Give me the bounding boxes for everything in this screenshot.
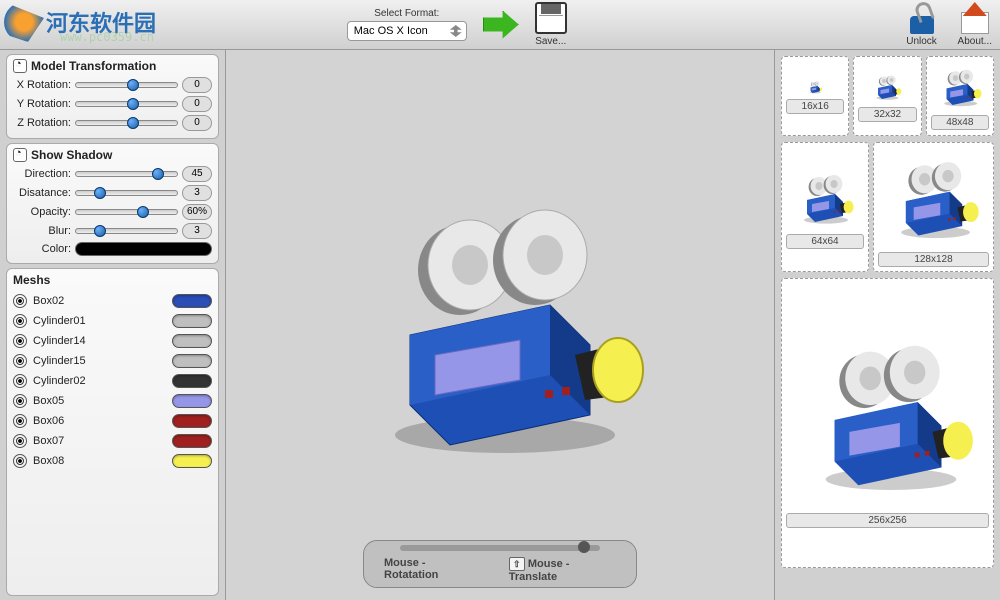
mesh-color-swatch[interactable] xyxy=(172,314,212,328)
about-button[interactable]: About... xyxy=(958,2,992,47)
slider[interactable] xyxy=(75,209,178,215)
mesh-color-swatch[interactable] xyxy=(172,454,212,468)
shadow-color-swatch[interactable] xyxy=(75,242,212,256)
mesh-color-swatch[interactable] xyxy=(172,334,212,348)
mouse-translate-label: ⇧ Mouse - Translate xyxy=(509,557,616,583)
mesh-color-swatch[interactable] xyxy=(172,434,212,448)
save-icon xyxy=(535,2,567,34)
eye-icon[interactable] xyxy=(13,314,27,328)
mesh-row[interactable]: Box08 xyxy=(13,451,212,471)
eye-icon[interactable] xyxy=(13,414,27,428)
eye-icon[interactable] xyxy=(13,294,27,308)
slider-value: 45 xyxy=(182,166,212,182)
slider-row: Y Rotation: 0 xyxy=(13,96,212,112)
mesh-row[interactable]: Cylinder15 xyxy=(13,351,212,371)
shadow-section: Show Shadow Direction: 45 Disatance: 3 O… xyxy=(6,143,219,264)
shift-key-icon: ⇧ xyxy=(509,557,525,571)
slider-value: 3 xyxy=(182,185,212,201)
right-panel: 16x16 32x32 48x48 xyxy=(775,50,1000,600)
mouse-mode-slider[interactable] xyxy=(400,545,600,551)
viewport-panel[interactable]: Mouse - Rotatation ⇧ Mouse - Translate xyxy=(225,50,775,600)
slider-value: 0 xyxy=(182,115,212,131)
slider-row: Opacity: 60% xyxy=(13,204,212,220)
slider-value: 0 xyxy=(182,96,212,112)
slider-row: Disatance: 3 xyxy=(13,185,212,201)
eye-icon[interactable] xyxy=(13,454,27,468)
model-transform-section: Model Transformation X Rotation: 0 Y Rot… xyxy=(6,54,219,139)
mouse-mode-bar: Mouse - Rotatation ⇧ Mouse - Translate xyxy=(363,540,637,588)
slider-value: 0 xyxy=(182,77,212,93)
left-panel: Model Transformation X Rotation: 0 Y Rot… xyxy=(0,50,225,600)
mesh-row[interactable]: Cylinder02 xyxy=(13,371,212,391)
slider[interactable] xyxy=(75,101,178,107)
preview-256x256[interactable]: 256x256 xyxy=(781,278,994,568)
eye-icon[interactable] xyxy=(13,434,27,448)
preview-128x128[interactable]: 128x128 xyxy=(873,142,994,272)
eye-icon[interactable] xyxy=(13,394,27,408)
mesh-color-swatch[interactable] xyxy=(172,394,212,408)
preview-32x32[interactable]: 32x32 xyxy=(853,56,921,136)
save-button[interactable]: Save... xyxy=(535,2,567,47)
slider-value: 3 xyxy=(182,223,212,239)
mesh-row[interactable]: Cylinder01 xyxy=(13,311,212,331)
eye-icon[interactable] xyxy=(13,354,27,368)
mesh-color-swatch[interactable] xyxy=(172,414,212,428)
eye-icon[interactable] xyxy=(13,374,27,388)
slider[interactable] xyxy=(75,171,178,177)
preview-48x48[interactable]: 48x48 xyxy=(926,56,994,136)
slider-row: Direction: 45 xyxy=(13,166,212,182)
slider-row: Blur: 3 xyxy=(13,223,212,239)
mesh-color-swatch[interactable] xyxy=(172,374,212,388)
eye-icon[interactable] xyxy=(13,334,27,348)
mesh-color-swatch[interactable] xyxy=(172,294,212,308)
preview-16x16[interactable]: 16x16 xyxy=(781,56,849,136)
format-label: Select Format: xyxy=(374,8,439,19)
preview-64x64[interactable]: 64x64 xyxy=(781,142,869,272)
slider[interactable] xyxy=(75,82,178,88)
meshs-section: Meshs Box02 Cylinder01 Cylinder14 Cylind… xyxy=(6,268,219,596)
format-select[interactable]: Mac OS X Icon xyxy=(347,21,467,41)
mouse-rotation-label: Mouse - Rotatation xyxy=(384,557,479,583)
slider[interactable] xyxy=(75,228,178,234)
mesh-row[interactable]: Box02 xyxy=(13,291,212,311)
unlock-icon xyxy=(906,2,938,34)
slider[interactable] xyxy=(75,120,178,126)
mesh-color-swatch[interactable] xyxy=(172,354,212,368)
about-icon xyxy=(959,2,991,34)
top-toolbar: Select Format: Mac OS X Icon Save... Unl… xyxy=(0,0,1000,50)
arrow-right-icon xyxy=(483,11,519,39)
slider-row: Z Rotation: 0 xyxy=(13,115,212,131)
mesh-row[interactable]: Box07 xyxy=(13,431,212,451)
unlock-button[interactable]: Unlock xyxy=(906,2,938,47)
slider[interactable] xyxy=(75,190,178,196)
slider-value: 60% xyxy=(182,204,212,220)
mesh-row[interactable]: Cylinder14 xyxy=(13,331,212,351)
mesh-row[interactable]: Box06 xyxy=(13,411,212,431)
model-preview xyxy=(340,165,660,485)
mesh-row[interactable]: Box05 xyxy=(13,391,212,411)
expand-toggle-icon[interactable] xyxy=(13,148,27,162)
expand-toggle-icon[interactable] xyxy=(13,59,27,73)
slider-row: X Rotation: 0 xyxy=(13,77,212,93)
